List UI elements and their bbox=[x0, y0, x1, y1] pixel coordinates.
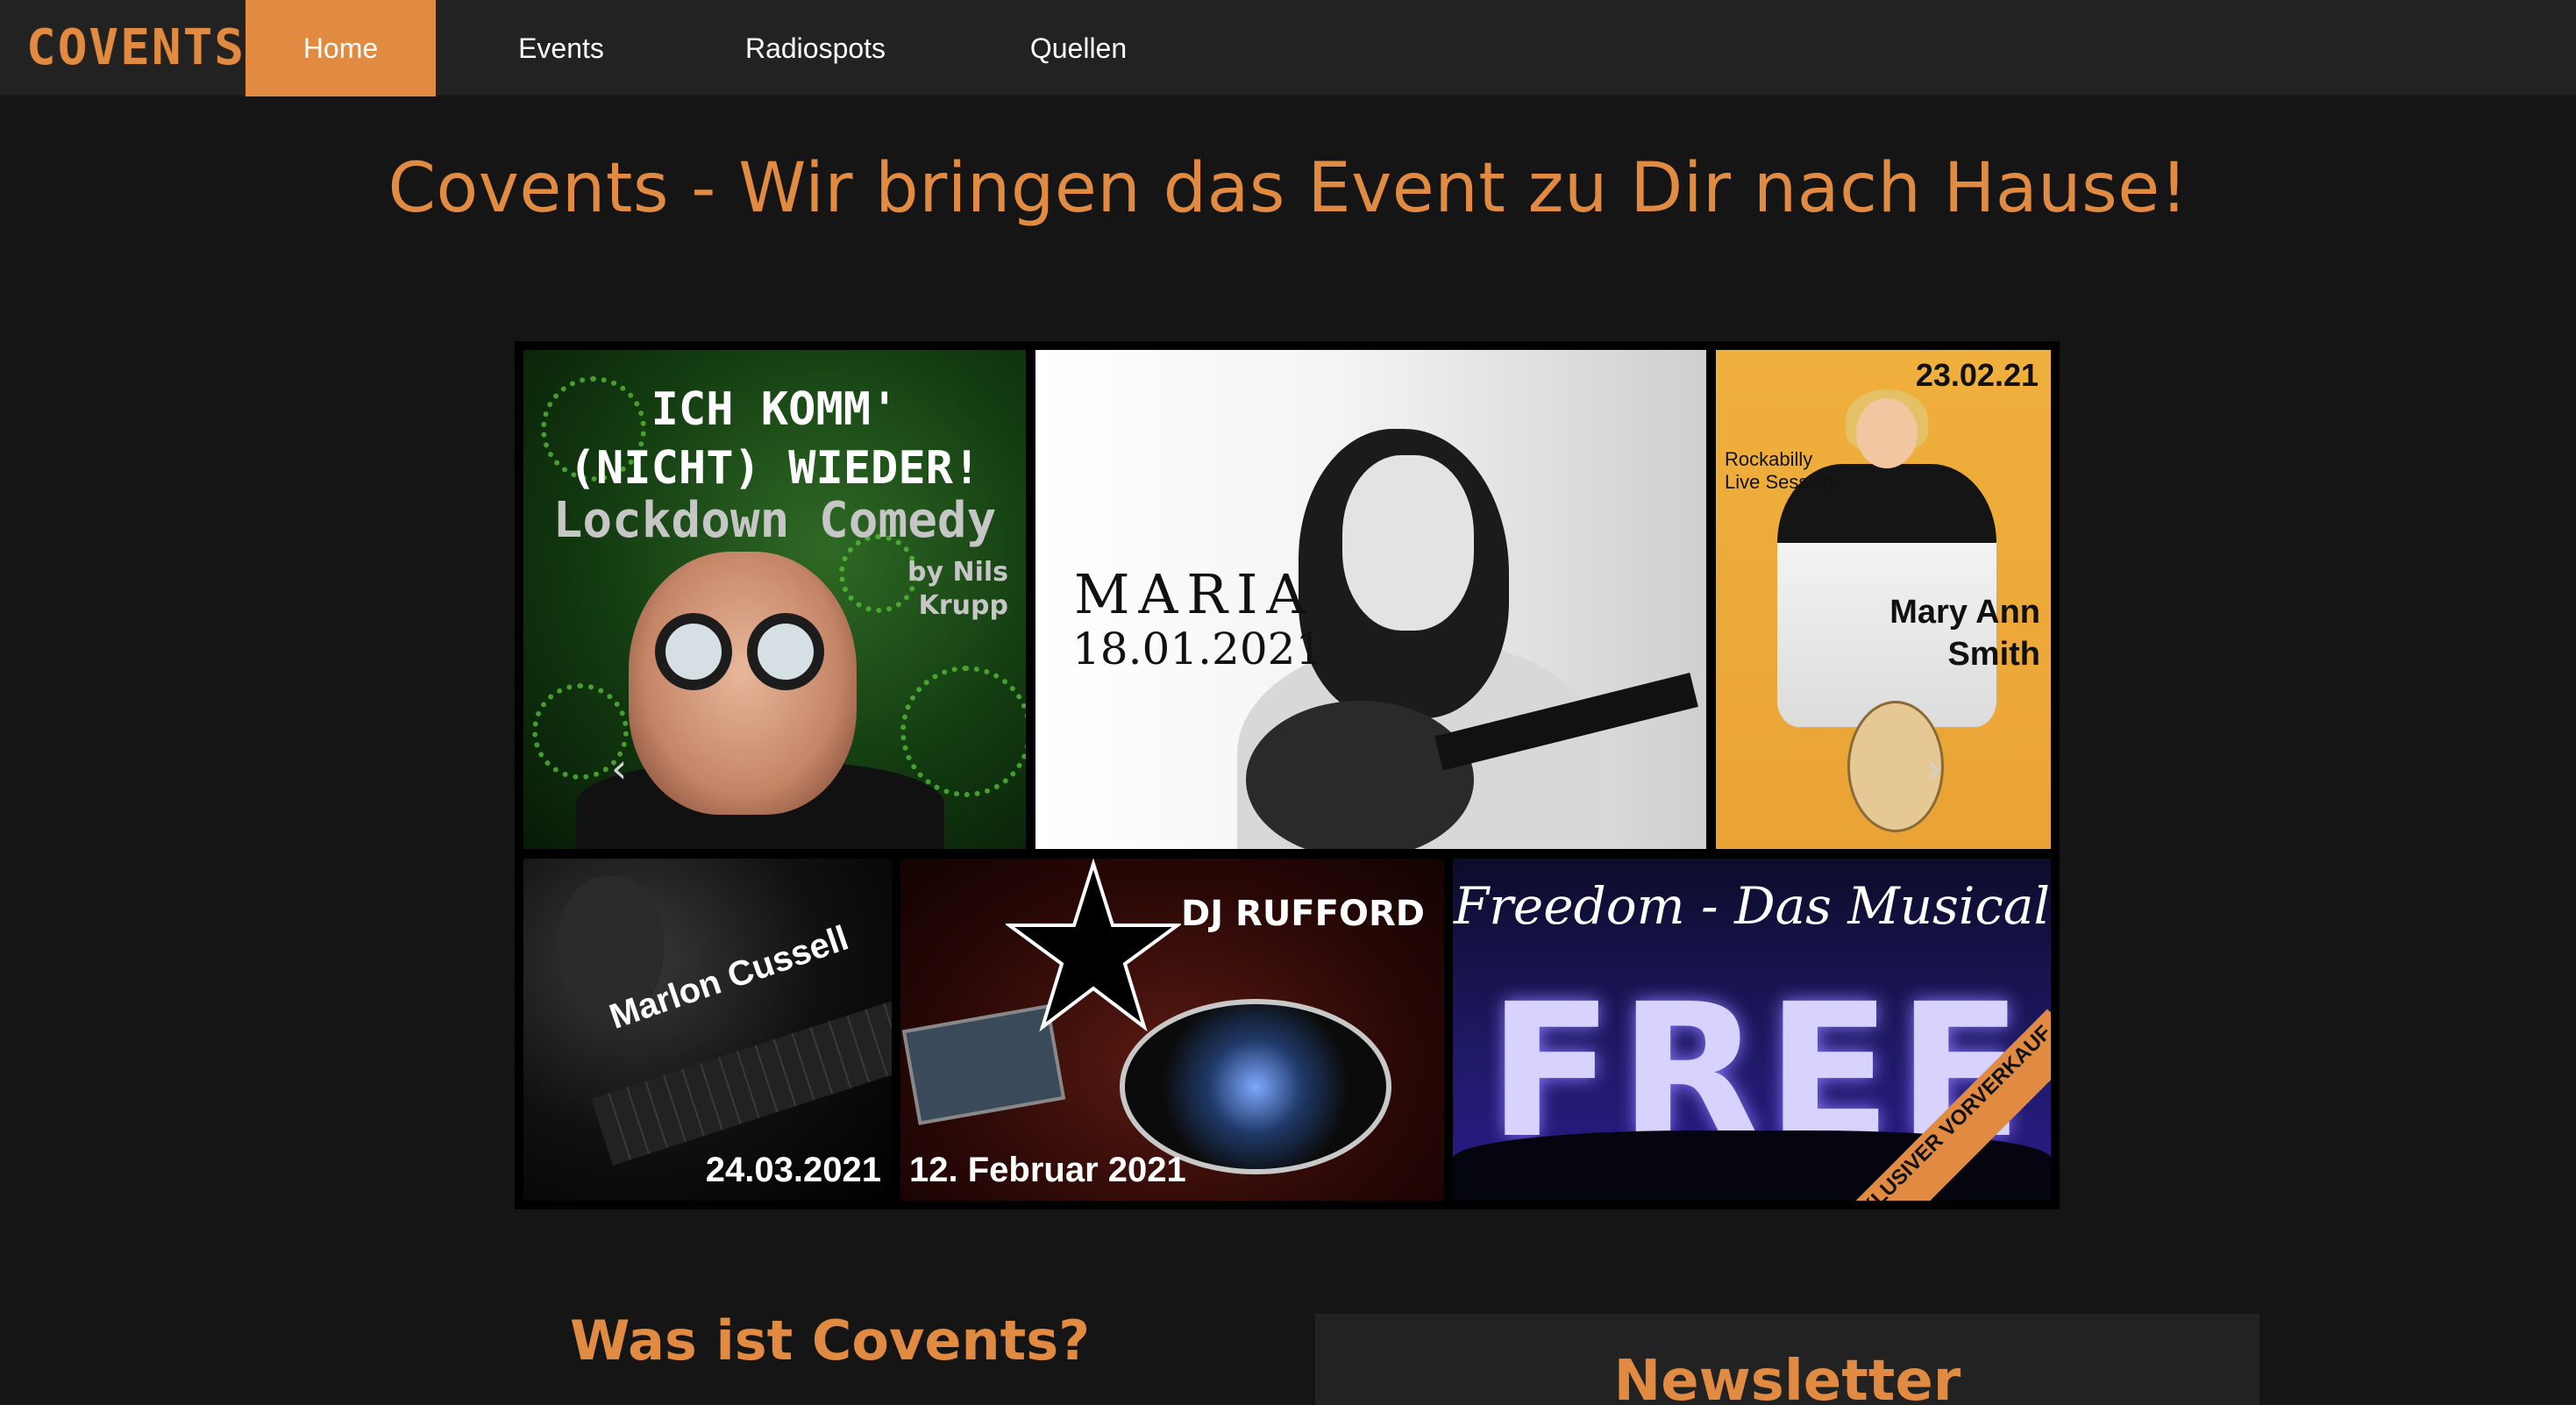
chevron-right-icon[interactable]: › bbox=[1926, 745, 1942, 792]
star-icon bbox=[1006, 859, 1181, 1032]
about-heading: Was ist Covents? bbox=[570, 1309, 1091, 1373]
artist-name: MARIA bbox=[1074, 562, 1315, 626]
goggle-right bbox=[747, 613, 824, 690]
tile-credit: by Nils Krupp bbox=[907, 557, 1008, 621]
artist-name: DJ RUFFORD bbox=[1181, 894, 1425, 934]
event-date: 12. Februar 2021 bbox=[909, 1151, 1186, 1189]
event-date: 23.02.21 bbox=[1915, 357, 2039, 393]
newsletter-panel: Newsletter bbox=[1315, 1314, 2259, 1405]
artist-name: Mary Ann Smith bbox=[1889, 594, 2040, 673]
comedian-face bbox=[629, 552, 857, 815]
goggle-left bbox=[655, 613, 732, 690]
event-carousel[interactable]: ICH KOMM' (NICHT) WIEDER! Lockdown Comed… bbox=[515, 341, 2060, 1209]
carousel-tile-mary-ann[interactable]: 23.02.21 Rockabilly Live Session Mary An… bbox=[1716, 350, 2051, 849]
event-date: 18.01.2021 bbox=[1072, 624, 1324, 674]
singer-face bbox=[1856, 398, 1918, 468]
nav-item-home[interactable]: Home bbox=[246, 0, 436, 96]
singer-face bbox=[1342, 455, 1474, 631]
covents-logo[interactable]: COVENTS bbox=[26, 19, 246, 76]
musical-title: Freedom - Das Musical bbox=[1453, 876, 2051, 936]
nav-item-radiospots[interactable]: Radiospots bbox=[719, 0, 912, 96]
carousel-tile-freedom[interactable]: FREE Freedom - Das Musical EXKLUSIVER VO… bbox=[1453, 859, 2051, 1201]
nav-item-events[interactable]: Events bbox=[473, 0, 649, 96]
carousel-tile-comedy[interactable]: ICH KOMM' (NICHT) WIEDER! Lockdown Comed… bbox=[523, 350, 1026, 849]
guitar-body bbox=[1246, 701, 1474, 849]
event-date: 24.03.2021 bbox=[705, 1151, 881, 1189]
nav-item-quellen[interactable]: Quellen bbox=[991, 0, 1166, 96]
page-title: Covents - Wir bringen das Event zu Dir n… bbox=[388, 149, 2188, 228]
carousel-tile-maria[interactable]: MARIA 18.01.2021 bbox=[1035, 350, 1706, 849]
carousel-tile-dj[interactable]: DJ RUFFORD 12. Februar 2021 bbox=[900, 859, 1444, 1201]
chevron-left-icon[interactable]: ‹ bbox=[611, 745, 627, 792]
event-genre: Rockabilly Live Session bbox=[1725, 448, 1834, 493]
carousel-tile-marlon[interactable]: Marlon Cussell 24.03.2021 bbox=[523, 859, 892, 1201]
tile-headline: ICH KOMM' bbox=[651, 383, 899, 436]
tile-subtitle: Lockdown Comedy bbox=[552, 492, 997, 549]
newsletter-heading: Newsletter bbox=[1613, 1349, 1961, 1405]
top-navbar: COVENTS Home Events Radiospots Quellen bbox=[0, 0, 2576, 96]
tile-headline: (NICHT) WIEDER! bbox=[568, 442, 981, 495]
virus-decoration bbox=[900, 666, 1026, 797]
